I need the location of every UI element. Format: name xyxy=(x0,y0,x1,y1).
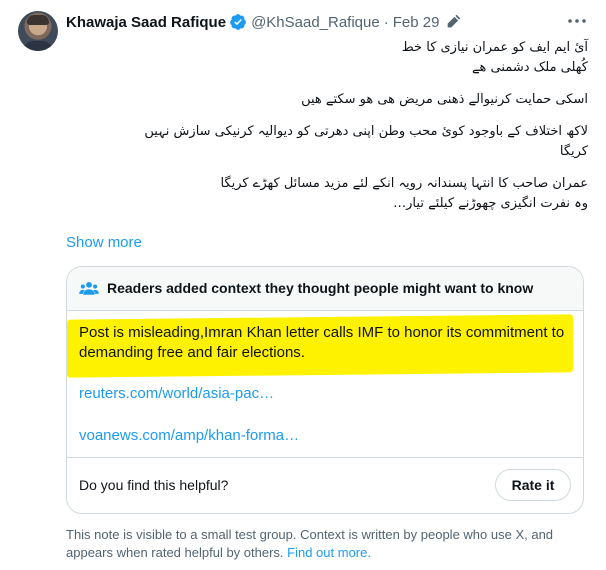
avatar[interactable] xyxy=(18,11,58,51)
tweet-line: اسکی حمایت کرنیوالے ذھنی مریض ھی ھو سکتے… xyxy=(301,92,588,107)
tweet-line: کریگا xyxy=(559,144,588,159)
show-more-link[interactable]: Show more xyxy=(66,234,142,251)
find-out-more-link[interactable]: Find out more. xyxy=(287,545,371,560)
avatar-shirt xyxy=(22,41,54,51)
avatar-hair xyxy=(27,15,49,25)
tweet-line: کُھلی ملک دشمنی ھے xyxy=(471,60,588,75)
rate-it-button[interactable]: Rate it xyxy=(495,469,571,501)
people-icon xyxy=(79,282,99,295)
more-icon[interactable] xyxy=(566,12,588,30)
community-note-card: Readers added context they thought peopl… xyxy=(66,266,584,514)
tweet-line: آئ ایم ایف کو عمران نیازی کا خط xyxy=(401,40,588,55)
display-name[interactable]: Khawaja Saad Rafique xyxy=(66,14,226,31)
note-title: Readers added context they thought peopl… xyxy=(107,280,534,296)
source-link-reuters[interactable]: reuters.com/world/asia-pac… xyxy=(79,385,274,402)
note-header: Readers added context they thought peopl… xyxy=(67,267,583,311)
note-text: Post is misleading,Imran Khan letter cal… xyxy=(79,324,565,361)
post-date[interactable]: Feb 29 xyxy=(393,14,440,31)
note-footer: This note is visible to a small test gro… xyxy=(66,526,586,562)
verified-badge-icon xyxy=(230,14,246,30)
tweet-text: آئ ایم ایف کو عمران نیازی کا خط کُھلی مل… xyxy=(66,38,588,214)
tweet: Khawaja Saad Rafique @KhSaad_Rafique · F… xyxy=(0,0,606,570)
tweet-line: وہ نفرت انگیزی چھوڑنے کیلئے تیار… xyxy=(393,196,588,211)
handle[interactable]: @KhSaad_Rafique xyxy=(251,14,380,31)
edit-icon[interactable] xyxy=(445,14,461,30)
tweet-line: عمران صاحب کا انتہا پسندانہ رویہ انکے لئ… xyxy=(220,176,588,191)
separator-dot: · xyxy=(383,13,389,31)
helpful-question: Do you find this helpful? xyxy=(79,477,229,493)
tweet-header: Khawaja Saad Rafique @KhSaad_Rafique · F… xyxy=(66,12,461,32)
tweet-line: لاکھ اختلاف کے باوجود کوئ محب وطن اپنی د… xyxy=(144,124,588,139)
source-link-voanews[interactable]: voanews.com/amp/khan-forma… xyxy=(79,427,299,444)
divider xyxy=(67,457,583,458)
